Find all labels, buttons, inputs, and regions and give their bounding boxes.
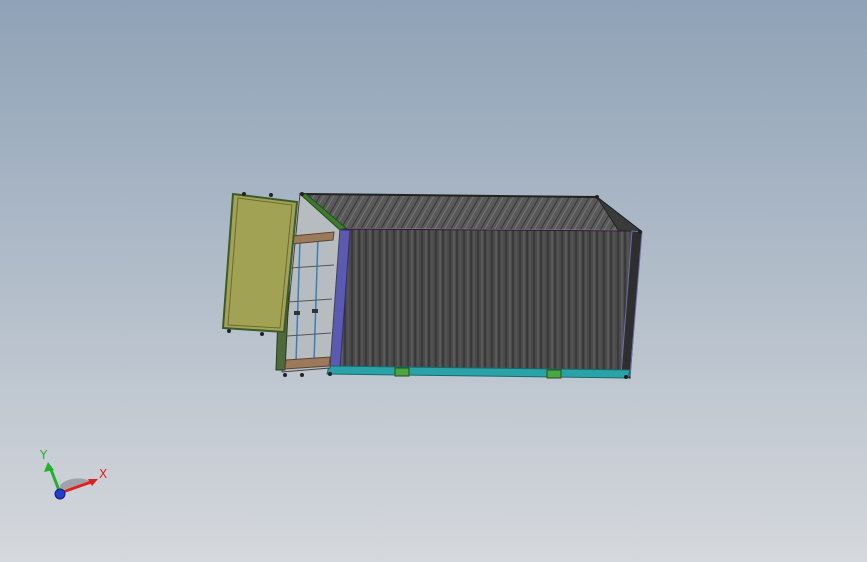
container-model[interactable] bbox=[221, 192, 643, 379]
corner-casting-1 bbox=[242, 192, 246, 196]
corner-casting-5 bbox=[283, 373, 287, 377]
corner-casting-8 bbox=[624, 375, 628, 379]
container-side-wall bbox=[329, 228, 642, 374]
corner-casting-3 bbox=[227, 329, 231, 333]
corner-casting-6 bbox=[300, 373, 304, 377]
forklift-pocket-right bbox=[546, 369, 562, 379]
corner-casting-7 bbox=[328, 372, 332, 376]
corner-casting-9 bbox=[638, 230, 642, 234]
corner-casting-11 bbox=[595, 195, 599, 199]
orientation-triad: X Y bbox=[39, 448, 107, 500]
triad-y-label: Y bbox=[39, 448, 48, 462]
corner-casting-2 bbox=[269, 193, 273, 197]
door-handle-2 bbox=[312, 309, 318, 313]
corner-casting-10 bbox=[300, 192, 304, 196]
triad-x-label: X bbox=[99, 467, 107, 481]
container-roof bbox=[302, 193, 643, 232]
triad-z-axis bbox=[54, 488, 66, 500]
door-handle-1 bbox=[294, 311, 300, 315]
forklift-pocket-left bbox=[394, 367, 410, 377]
graphics-viewport[interactable]: X Y bbox=[0, 0, 867, 562]
3d-model-view[interactable] bbox=[0, 0, 867, 562]
corner-casting-4 bbox=[260, 332, 264, 336]
